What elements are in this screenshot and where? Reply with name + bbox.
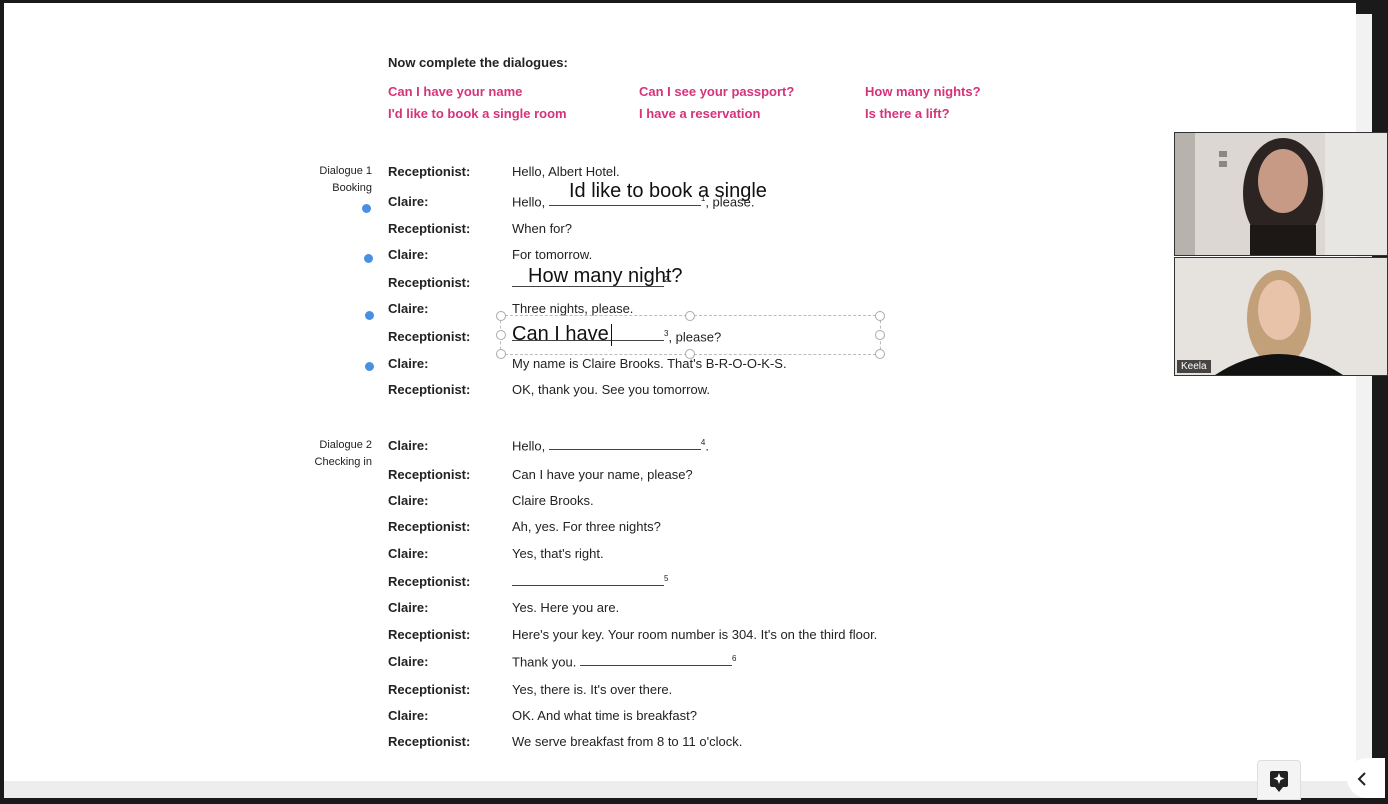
speaker-label: Claire: — [388, 600, 429, 615]
resize-handle[interactable] — [496, 311, 506, 321]
speaker-label: Receptionist: — [388, 164, 471, 179]
participant-name: Keela — [1177, 360, 1211, 373]
resize-handle[interactable] — [875, 349, 885, 359]
speaker-label: Receptionist: — [388, 329, 471, 344]
resize-handle[interactable] — [875, 311, 885, 321]
answer-blank[interactable] — [579, 654, 732, 667]
participant-image — [1175, 258, 1387, 375]
dialogue-line: Hello, 4. — [512, 438, 709, 454]
dialogue-line: OK. And what time is breakfast? — [512, 708, 697, 723]
dialogue-line: Three nights, please. — [512, 301, 634, 316]
speaker-label: Claire: — [388, 301, 429, 316]
dialogue-line: Yes. Here you are. — [512, 600, 620, 615]
cursor-dot — [365, 311, 374, 320]
speaker-label: Claire: — [388, 438, 429, 453]
instructions-heading: Now complete the dialogues: — [388, 55, 568, 70]
participant-video-1[interactable] — [1174, 132, 1388, 256]
add-note-button[interactable] — [1257, 760, 1301, 800]
dialogue2-label: Dialogue 2 Checking in — [314, 439, 372, 468]
dialogue-line: Yes, there is. It's over there. — [512, 682, 673, 697]
dialogue-line: Thank you. 6 — [512, 654, 737, 670]
speaker-label: Claire: — [388, 247, 429, 262]
speaker-label: Claire: — [388, 546, 429, 561]
dialogue-line: For tomorrow. — [512, 247, 593, 262]
speaker-label: Claire: — [388, 493, 429, 508]
dialogue-line: Here's your key. Your room number is 304… — [512, 627, 878, 642]
page-edge — [1356, 14, 1372, 781]
option-name: Can I have your name — [388, 84, 523, 99]
dialogue-line: Hello, Albert Hotel. — [512, 164, 620, 179]
dialogue-line: Can I have your name, please? — [512, 467, 693, 482]
dialogue-line: Yes, that's right. — [512, 546, 604, 561]
speaker-label: Receptionist: — [388, 682, 471, 697]
cursor-dot — [364, 254, 373, 263]
option-lift: Is there a lift? — [865, 106, 950, 121]
annotation-text-3[interactable]: Can I have — [512, 323, 612, 346]
answer-blank[interactable] — [512, 574, 664, 587]
speaker-label: Receptionist: — [388, 574, 471, 589]
speaker-label: Claire: — [388, 654, 429, 669]
speaker-label: Claire: — [388, 356, 429, 371]
annotation-text-1[interactable]: Id like to book a single — [569, 180, 767, 203]
option-nights: How many nights? — [865, 84, 981, 99]
speaker-label: Claire: — [388, 708, 429, 723]
speaker-label: Receptionist: — [388, 734, 471, 749]
speaker-label: Claire: — [388, 194, 429, 209]
dialogue-line: My name is Claire Brooks. That's B-R-O-O… — [512, 356, 787, 371]
dialogue-line: Ah, yes. For three nights? — [512, 519, 661, 534]
option-single-room: I'd like to book a single room — [388, 106, 567, 121]
resize-handle[interactable] — [875, 330, 885, 340]
cursor-dot — [362, 204, 371, 213]
chevron-left-icon — [1357, 772, 1366, 786]
speaker-label: Receptionist: — [388, 382, 471, 397]
speaker-label: Receptionist: — [388, 275, 471, 290]
speaker-label: Receptionist: — [388, 467, 471, 482]
participant-video-2[interactable]: Keela — [1174, 257, 1388, 376]
dialogue-line: OK, thank you. See you tomorrow. — [512, 382, 710, 397]
dialogue-line: Claire Brooks. — [512, 493, 594, 508]
dialogue-line: When for? — [512, 221, 572, 236]
text-caret — [610, 323, 612, 346]
option-reservation: I have a reservation — [639, 106, 761, 121]
resize-handle[interactable] — [496, 330, 506, 340]
dialogue1-label: Dialogue 1 Booking — [319, 165, 372, 194]
collapse-panel-button[interactable] — [1347, 758, 1385, 798]
speaker-label: Receptionist: — [388, 519, 471, 534]
option-passport: Can I see your passport? — [639, 84, 795, 99]
dialogue-line: We serve breakfast from 8 to 11 o'clock. — [512, 734, 743, 749]
speaker-label: Receptionist: — [388, 221, 471, 236]
answer-blank[interactable] — [548, 438, 701, 451]
note-icon — [1270, 771, 1288, 792]
resize-handle[interactable] — [685, 311, 695, 321]
participant-image — [1175, 133, 1387, 255]
annotation-text-2[interactable]: How many night? — [528, 265, 683, 288]
speaker-label: Receptionist: — [388, 627, 471, 642]
resize-handle[interactable] — [685, 349, 695, 359]
cursor-dot — [365, 362, 374, 371]
resize-handle[interactable] — [496, 349, 506, 359]
dialogue-line: 5 — [512, 574, 668, 589]
bottom-bar — [4, 781, 1372, 798]
